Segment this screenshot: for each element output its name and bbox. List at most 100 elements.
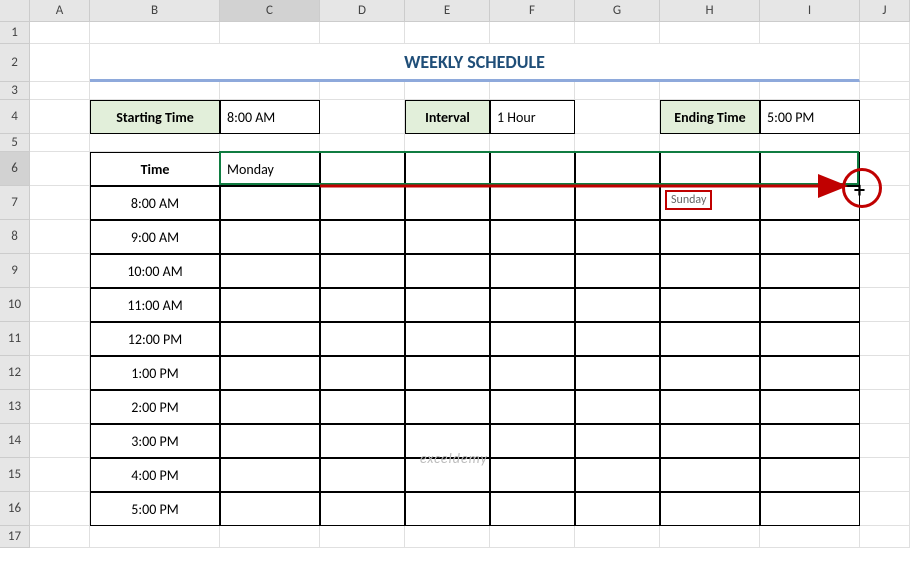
cell-D15[interactable] bbox=[320, 458, 405, 492]
cell-F14[interactable] bbox=[490, 424, 575, 458]
cell-A16[interactable] bbox=[30, 492, 90, 526]
cell-J15[interactable] bbox=[860, 458, 910, 492]
cell-J13[interactable] bbox=[860, 390, 910, 424]
time-11[interactable]: 12:00 PM bbox=[90, 322, 220, 356]
time-9[interactable]: 10:00 AM bbox=[90, 254, 220, 288]
row-header-17[interactable]: 17 bbox=[0, 526, 30, 548]
interval-value[interactable]: 1 Hour bbox=[490, 100, 575, 134]
cell-E3[interactable] bbox=[405, 82, 490, 100]
cell-C7[interactable] bbox=[220, 186, 320, 220]
cell-H9[interactable] bbox=[660, 254, 760, 288]
cell-C5[interactable] bbox=[220, 134, 320, 152]
cell-I14[interactable] bbox=[760, 424, 860, 458]
cell-E17[interactable] bbox=[405, 526, 490, 548]
cell-E16[interactable] bbox=[405, 492, 490, 526]
cell-F1[interactable] bbox=[490, 22, 575, 44]
cell-C16[interactable] bbox=[220, 492, 320, 526]
row-header-13[interactable]: 13 bbox=[0, 390, 30, 424]
cell-I10[interactable] bbox=[760, 288, 860, 322]
row-header-16[interactable]: 16 bbox=[0, 492, 30, 526]
cell-C10[interactable] bbox=[220, 288, 320, 322]
cell-F7[interactable] bbox=[490, 186, 575, 220]
cell-G1[interactable] bbox=[575, 22, 660, 44]
cell-E11[interactable] bbox=[405, 322, 490, 356]
cell-H15[interactable] bbox=[660, 458, 760, 492]
cell-C3[interactable] bbox=[220, 82, 320, 100]
cell-E7[interactable] bbox=[405, 186, 490, 220]
cell-E9[interactable] bbox=[405, 254, 490, 288]
cell-H8[interactable] bbox=[660, 220, 760, 254]
cell-I16[interactable] bbox=[760, 492, 860, 526]
cell-D11[interactable] bbox=[320, 322, 405, 356]
cell-H10[interactable] bbox=[660, 288, 760, 322]
cell-H17[interactable] bbox=[660, 526, 760, 548]
cell-A9[interactable] bbox=[30, 254, 90, 288]
cell-F17[interactable] bbox=[490, 526, 575, 548]
cell-I12[interactable] bbox=[760, 356, 860, 390]
time-14[interactable]: 3:00 PM bbox=[90, 424, 220, 458]
cell-D3[interactable] bbox=[320, 82, 405, 100]
cell-G10[interactable] bbox=[575, 288, 660, 322]
cell-G17[interactable] bbox=[575, 526, 660, 548]
cell-J3[interactable] bbox=[860, 82, 910, 100]
cell-A15[interactable] bbox=[30, 458, 90, 492]
cell-C8[interactable] bbox=[220, 220, 320, 254]
cell-J9[interactable] bbox=[860, 254, 910, 288]
col-header-E[interactable]: E bbox=[405, 0, 490, 22]
cell-H12[interactable] bbox=[660, 356, 760, 390]
cell-A12[interactable] bbox=[30, 356, 90, 390]
cell-I6[interactable] bbox=[760, 152, 860, 186]
row-header-4[interactable]: 4 bbox=[0, 100, 30, 134]
row-header-1[interactable]: 1 bbox=[0, 22, 30, 44]
row-header-11[interactable]: 11 bbox=[0, 322, 30, 356]
row-header-8[interactable]: 8 bbox=[0, 220, 30, 254]
row-header-7[interactable]: 7 bbox=[0, 186, 30, 220]
cell-G13[interactable] bbox=[575, 390, 660, 424]
col-header-F[interactable]: F bbox=[490, 0, 575, 22]
cell-D10[interactable] bbox=[320, 288, 405, 322]
cell-H6[interactable] bbox=[660, 152, 760, 186]
cell-I3[interactable] bbox=[760, 82, 860, 100]
cell-I8[interactable] bbox=[760, 220, 860, 254]
cell-D13[interactable] bbox=[320, 390, 405, 424]
cell-E6[interactable] bbox=[405, 152, 490, 186]
cell-G12[interactable] bbox=[575, 356, 660, 390]
cell-J16[interactable] bbox=[860, 492, 910, 526]
cell-J17[interactable] bbox=[860, 526, 910, 548]
col-header-G[interactable]: G bbox=[575, 0, 660, 22]
row-header-12[interactable]: 12 bbox=[0, 356, 30, 390]
cell-J8[interactable] bbox=[860, 220, 910, 254]
cell-A13[interactable] bbox=[30, 390, 90, 424]
cell-G5[interactable] bbox=[575, 134, 660, 152]
time-13[interactable]: 2:00 PM bbox=[90, 390, 220, 424]
cell-F8[interactable] bbox=[490, 220, 575, 254]
cell-D16[interactable] bbox=[320, 492, 405, 526]
row-header-6[interactable]: 6 bbox=[0, 152, 30, 186]
time-10[interactable]: 11:00 AM bbox=[90, 288, 220, 322]
cell-F16[interactable] bbox=[490, 492, 575, 526]
cell-C11[interactable] bbox=[220, 322, 320, 356]
row-header-15[interactable]: 15 bbox=[0, 458, 30, 492]
cell-F6[interactable] bbox=[490, 152, 575, 186]
cell-G14[interactable] bbox=[575, 424, 660, 458]
cell-D7[interactable] bbox=[320, 186, 405, 220]
cell-C15[interactable] bbox=[220, 458, 320, 492]
cell-D1[interactable] bbox=[320, 22, 405, 44]
cell-J5[interactable] bbox=[860, 134, 910, 152]
cell-F13[interactable] bbox=[490, 390, 575, 424]
cell-F15[interactable] bbox=[490, 458, 575, 492]
cell-D12[interactable] bbox=[320, 356, 405, 390]
cell-A10[interactable] bbox=[30, 288, 90, 322]
cell-F9[interactable] bbox=[490, 254, 575, 288]
cell-D4[interactable] bbox=[320, 100, 405, 134]
cell-I5[interactable] bbox=[760, 134, 860, 152]
cell-J11[interactable] bbox=[860, 322, 910, 356]
row-header-3[interactable]: 3 bbox=[0, 82, 30, 100]
cell-A8[interactable] bbox=[30, 220, 90, 254]
row-header-14[interactable]: 14 bbox=[0, 424, 30, 458]
cell-B5[interactable] bbox=[90, 134, 220, 152]
cell-A17[interactable] bbox=[30, 526, 90, 548]
cell-G3[interactable] bbox=[575, 82, 660, 100]
cell-J4[interactable] bbox=[860, 100, 910, 134]
cell-D5[interactable] bbox=[320, 134, 405, 152]
